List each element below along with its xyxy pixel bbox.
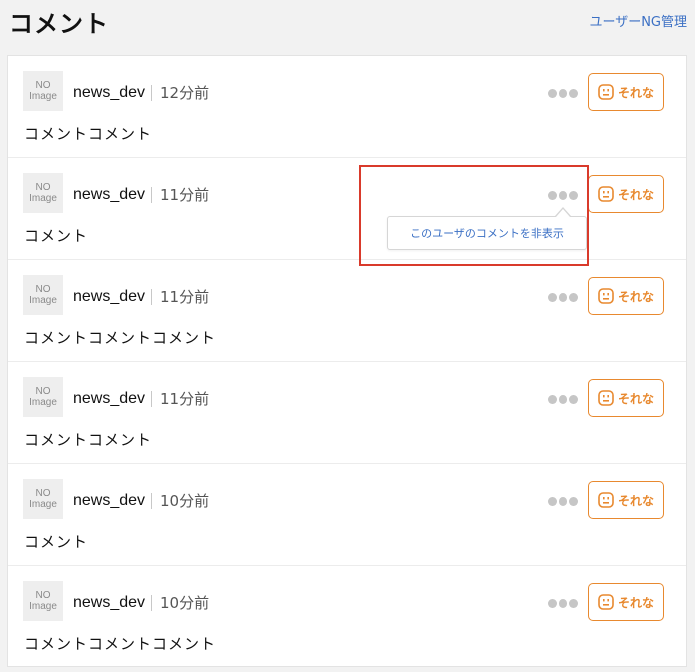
highlight-box: [359, 165, 589, 266]
avatar-line2: Image: [29, 91, 57, 102]
avatar: NO Image: [23, 71, 63, 111]
avatar-line2: Image: [29, 601, 57, 612]
sorena-button[interactable]: それな: [588, 277, 664, 315]
more-dots-icon[interactable]: [548, 89, 579, 99]
sorena-label: それな: [617, 493, 654, 508]
comment-text: コメント: [24, 533, 89, 551]
username: news_dev: [73, 594, 146, 611]
username: news_dev: [73, 492, 146, 509]
username: news_dev: [73, 186, 146, 203]
timestamp: 11分前: [160, 186, 210, 204]
face-icon: [598, 288, 614, 304]
avatar-line1: NO: [35, 182, 51, 193]
avatar-line1: NO: [35, 284, 51, 295]
avatar: NO Image: [23, 581, 63, 621]
avatar-line2: Image: [29, 193, 57, 204]
user-ng-management-link[interactable]: ユーザーNG管理: [589, 11, 687, 30]
divider: [151, 187, 152, 203]
comment-item: NO Image news_dev 10分前 コメント それな: [8, 464, 686, 566]
comment-text: コメントコメント: [24, 431, 153, 449]
timestamp: 12分前: [160, 84, 210, 102]
avatar: NO Image: [23, 479, 63, 519]
avatar-line2: Image: [29, 397, 57, 408]
comment-item: NO Image news_dev 11分前 コメントコメント それな: [8, 362, 686, 464]
comment-text: コメントコメントコメント: [24, 635, 217, 653]
timestamp: 10分前: [160, 594, 210, 612]
sorena-button[interactable]: それな: [588, 175, 664, 213]
divider: [151, 493, 152, 509]
sorena-button[interactable]: それな: [588, 481, 664, 519]
comment-text: コメント: [24, 227, 89, 245]
sorena-button[interactable]: それな: [588, 73, 664, 111]
face-icon: [598, 390, 614, 406]
sorena-label: それな: [617, 289, 654, 304]
divider: [151, 391, 152, 407]
more-dots-icon[interactable]: [548, 293, 579, 303]
more-dots-icon[interactable]: [548, 497, 579, 507]
comment-text: コメントコメント: [24, 125, 153, 143]
comment-item: NO Image news_dev 10分前 コメントコメントコメント それな: [8, 566, 686, 668]
face-icon: [598, 492, 614, 508]
sorena-label: それな: [617, 85, 654, 100]
username: news_dev: [73, 288, 146, 305]
avatar: NO Image: [23, 173, 63, 213]
avatar-line1: NO: [35, 386, 51, 397]
face-icon: [598, 186, 614, 202]
sorena-button[interactable]: それな: [588, 583, 664, 621]
username: news_dev: [73, 84, 146, 101]
avatar: NO Image: [23, 377, 63, 417]
sorena-button[interactable]: それな: [588, 379, 664, 417]
divider: [151, 289, 152, 305]
divider: [151, 85, 152, 101]
timestamp: 11分前: [160, 390, 210, 408]
avatar-line2: Image: [29, 295, 57, 306]
comment-list: NO Image news_dev 12分前 コメントコメント それな NO I…: [7, 55, 687, 667]
divider: [151, 595, 152, 611]
sorena-label: それな: [617, 187, 654, 202]
timestamp: 11分前: [160, 288, 210, 306]
comment-item: NO Image news_dev 12分前 コメントコメント それな: [8, 56, 686, 158]
avatar-line1: NO: [35, 80, 51, 91]
comment-text: コメントコメントコメント: [24, 329, 217, 347]
comment-item: NO Image news_dev 11分前 コメントコメントコメント それな: [8, 260, 686, 362]
sorena-label: それな: [617, 391, 654, 406]
sorena-label: それな: [617, 595, 654, 610]
avatar-line1: NO: [35, 590, 51, 601]
page-title: コメント: [9, 10, 109, 38]
avatar-line1: NO: [35, 488, 51, 499]
header: コメント ユーザーNG管理: [0, 0, 695, 55]
more-dots-icon[interactable]: [548, 599, 579, 609]
more-dots-icon[interactable]: [548, 395, 579, 405]
timestamp: 10分前: [160, 492, 210, 510]
username: news_dev: [73, 390, 146, 407]
face-icon: [598, 84, 614, 100]
avatar: NO Image: [23, 275, 63, 315]
avatar-line2: Image: [29, 499, 57, 510]
face-icon: [598, 594, 614, 610]
